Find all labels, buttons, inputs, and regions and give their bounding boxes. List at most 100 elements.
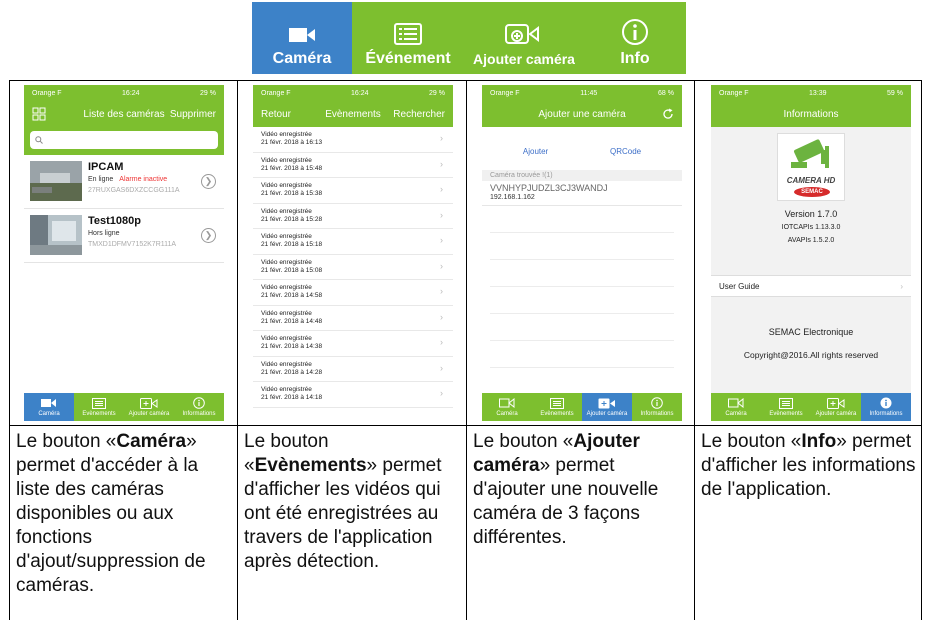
screen-camera-list: Orange F 16:24 29 % Liste des caméras Su… [24,85,224,421]
add-link[interactable]: Ajouter [523,147,548,156]
search-button[interactable]: Rechercher [393,109,445,120]
bottom-tab-add-camera[interactable]: Ajouter caméra [124,393,174,421]
grid-line [9,80,922,81]
list-icon [779,397,793,409]
bottom-tab-info[interactable]: Informations [861,393,911,421]
event-title: Vidéo enregistrée [261,258,312,266]
camera-status: En ligne [88,176,114,183]
info-icon [622,19,648,45]
info-icon [193,397,205,409]
found-camera-row[interactable]: VVNHYPJUDZL3CJ3WANDJ 192.168.1.162 [482,181,682,206]
bottom-tab-label: Caméra [725,410,747,417]
event-row[interactable]: Vidéo enregistrée 21 févr. 2018 à 14:38 › [253,331,453,357]
tab-evenement[interactable]: Événement [352,2,464,74]
chevron-right-icon[interactable]: ❯ [201,174,216,189]
found-camera-ip: 192.168.1.162 [482,193,682,206]
chevron-right-icon: › [440,235,443,245]
bottom-tab-add-camera[interactable]: Ajouter caméra [811,393,861,421]
search-input[interactable] [30,131,218,149]
bottom-tab-bar: Caméra Evènements Ajouter caméra Informa… [482,393,682,421]
event-row[interactable]: Vidéo enregistrée 21 févr. 2018 à 15:18 › [253,229,453,255]
search-icon [35,136,43,144]
bottom-tab-label: Caméra [38,410,60,417]
event-row[interactable]: Vidéo enregistrée 21 févr. 2018 à 14:48 › [253,306,453,331]
grid-icon[interactable] [32,107,46,121]
event-date: 21 févr. 2018 à 14:58 [261,292,323,299]
chevron-right-icon[interactable]: ❯ [201,228,216,243]
bottom-tab-label: Ajouter caméra [586,410,628,417]
screen-events: Orange F 16:24 29 % Retour Evènements Re… [253,85,453,421]
iotc-version: IOTCAPIs 1.13.3.0 [781,224,841,231]
event-date: 21 févr. 2018 à 14:18 [261,394,323,401]
event-row[interactable]: Vidéo enregistrée 21 févr. 2018 à 15:48 › [253,153,453,178]
camera-icon [41,399,56,407]
chevron-right-icon: › [440,362,443,373]
list-icon [92,397,106,409]
status-battery: 29 % [429,89,445,97]
description-keyword: Info [801,431,837,452]
description-keyword: Evènements [254,455,367,476]
delete-button[interactable]: Supprimer [170,109,216,120]
camera-logo-icon [791,139,829,168]
tab-evenement-label: Événement [365,50,451,67]
event-title: Vidéo enregistrée [261,131,312,138]
back-button[interactable]: Retour [261,109,291,120]
grid-line [9,425,922,426]
qrcode-link[interactable]: QRCode [610,147,641,156]
event-row[interactable]: Vidéo enregistrée 21 févr. 2018 à 16:13 › [253,127,453,153]
event-row[interactable]: Vidéo enregistrée 21 févr. 2018 à 14:18 › [253,382,453,408]
add-camera-icon [598,398,615,408]
chevron-right-icon: › [440,158,443,169]
info-icon [651,397,663,409]
status-carrier: Orange F [490,89,520,97]
event-row[interactable]: Vidéo enregistrée 21 févr. 2018 à 14:28 › [253,357,453,382]
chevron-right-icon: › [440,337,443,347]
status-time: 16:24 [351,89,369,97]
camera-list-item[interactable]: Test1080p Hors ligne TMXD1DFMV7152K7R111… [24,209,224,263]
event-date: 21 févr. 2018 à 15:18 [261,241,323,248]
bottom-tab-label: Ajouter caméra [128,410,170,417]
camera-alarm-status: Alarme inactive [119,176,168,183]
bottom-tab-info[interactable]: Informations [632,393,682,421]
status-carrier: Orange F [719,89,749,97]
camera-name: IPCAM [88,161,124,173]
grid-line [694,80,695,620]
empty-row [490,260,674,287]
description-camera: Le bouton «Caméra» permet d'accéder à la… [16,430,234,598]
event-title: Vidéo enregistrée [261,335,312,342]
event-row[interactable]: Vidéo enregistrée 21 févr. 2018 à 15:38 › [253,178,453,204]
nav-bar: Informations [711,101,911,127]
bottom-tab-add-camera[interactable]: Ajouter caméra [582,393,632,421]
bottom-tab-info[interactable]: Informations [174,393,224,421]
chevron-right-icon: › [440,209,443,220]
event-row[interactable]: Vidéo enregistrée 21 févr. 2018 à 14:58 › [253,280,453,306]
grid-line [237,80,238,620]
status-bar: Orange F 16:24 29 % [253,85,453,101]
bottom-tab-events[interactable]: Evènements [74,393,124,421]
bottom-tab-events[interactable]: Evènements [761,393,811,421]
status-carrier: Orange F [32,89,62,97]
camera-list-item[interactable]: IPCAM En ligne Alarme inactive 27RUXGAS6D… [24,155,224,209]
event-row[interactable]: Vidéo enregistrée 21 févr. 2018 à 15:08 › [253,255,453,280]
bottom-tab-camera[interactable]: Caméra [711,393,761,421]
camera-icon [289,28,315,42]
tab-info[interactable]: Info [584,2,686,74]
event-title: Vidéo enregistrée [261,182,312,189]
bottom-tab-camera[interactable]: Caméra [482,393,532,421]
event-date: 21 févr. 2018 à 14:38 [261,343,323,350]
camera-thumbnail [30,215,82,255]
chevron-right-icon: › [440,286,443,296]
event-date: 21 févr. 2018 à 16:13 [261,139,323,146]
tab-camera[interactable]: Caméra [252,2,352,74]
tab-ajouter-camera[interactable]: Ajouter caméra [464,2,584,74]
user-guide-row[interactable]: User Guide › [711,275,911,297]
chevron-right-icon: › [440,388,443,398]
bottom-tab-camera[interactable]: Caméra [24,393,74,421]
event-row[interactable]: Vidéo enregistrée 21 févr. 2018 à 15:28 › [253,204,453,229]
status-battery: 29 % [200,89,216,97]
nav-bar: Liste des caméras Supprimer [24,101,224,127]
chevron-right-icon: › [900,281,903,291]
bottom-tab-bar: Caméra Evènements Ajouter caméra Informa… [24,393,224,421]
bottom-tab-events[interactable]: Evènements [532,393,582,421]
refresh-icon[interactable] [662,108,674,120]
